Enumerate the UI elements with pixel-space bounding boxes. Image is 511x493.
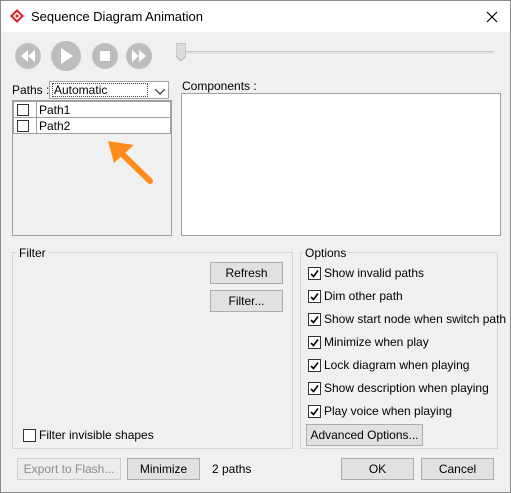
components-label: Components : — [182, 79, 257, 93]
advanced-options-button[interactable]: Advanced Options... — [306, 424, 423, 446]
paths-mode-value: Automatic — [52, 83, 148, 97]
checkbox-box[interactable] — [308, 266, 321, 280]
option-show-invalid-paths[interactable]: Show invalid paths — [308, 265, 424, 281]
options-group — [300, 252, 498, 449]
row-divider — [36, 118, 37, 133]
option-lock-diagram[interactable]: Lock diagram when playing — [308, 357, 469, 373]
option-show-description[interactable]: Show description when playing — [308, 380, 489, 396]
checkmark-icon — [310, 361, 319, 370]
checkbox-box[interactable] — [23, 428, 36, 442]
checkmark-icon — [310, 292, 319, 301]
cancel-label: Cancel — [438, 462, 477, 476]
dialog-window: Sequence Diagram Animation Paths: Autom… — [0, 0, 511, 493]
checkmark-icon — [310, 384, 319, 393]
path-row[interactable]: Path1 — [13, 101, 171, 118]
filter-invisible-shapes-label: Filter invisible shapes — [39, 428, 154, 442]
checkbox-box[interactable] — [308, 312, 321, 326]
play-icon — [61, 48, 73, 64]
filter-invisible-shapes-checkbox[interactable]: Filter invisible shapes — [23, 427, 154, 443]
diamond-app-icon — [10, 9, 24, 23]
play-button[interactable] — [51, 41, 81, 71]
checkbox-box[interactable] — [308, 358, 321, 372]
minimize-button[interactable]: Minimize — [127, 458, 200, 480]
filter-group-title: Filter — [17, 246, 48, 260]
path-checkbox[interactable] — [17, 120, 29, 132]
title-bar[interactable]: Sequence Diagram Animation — [1, 1, 510, 32]
close-button[interactable] — [474, 1, 510, 32]
option-label: Play voice when playing — [324, 404, 453, 418]
path-name: Path1 — [39, 103, 71, 117]
option-label: Show invalid paths — [324, 266, 425, 280]
path-count-status: 2 paths — [212, 462, 252, 476]
row-divider — [36, 102, 37, 117]
path-row[interactable]: Path2 — [13, 117, 171, 134]
option-label: Show description when playing — [324, 381, 489, 395]
option-label: Minimize when play — [324, 335, 429, 349]
checkmark-icon — [310, 315, 319, 324]
stop-button[interactable] — [92, 43, 118, 69]
checkbox-box[interactable] — [308, 335, 321, 349]
options-group-title: Options — [303, 246, 349, 260]
checkmark-icon — [310, 338, 319, 347]
window-title: Sequence Diagram Animation — [31, 9, 203, 24]
refresh-button-label: Refresh — [225, 266, 268, 280]
checkbox-box[interactable] — [308, 404, 321, 418]
fast-forward-icon — [132, 50, 146, 62]
close-icon — [486, 11, 498, 22]
option-dim-other-path[interactable]: Dim other path — [308, 288, 403, 304]
rewind-button[interactable] — [15, 43, 41, 69]
option-show-start-node[interactable]: Show start node when switch path — [308, 311, 506, 327]
option-minimize-when-play[interactable]: Minimize when play — [308, 334, 429, 350]
option-play-voice[interactable]: Play voice when playing — [308, 403, 452, 419]
paths-list: Path1 Path2 — [12, 100, 172, 236]
playback-slider-track[interactable] — [177, 51, 494, 54]
stop-icon — [100, 51, 110, 61]
refresh-button[interactable]: Refresh — [210, 262, 283, 284]
minimize-label: Minimize — [139, 462, 188, 476]
cancel-button[interactable]: Cancel — [421, 458, 494, 480]
fast-forward-button[interactable] — [126, 43, 152, 69]
export-to-flash-label: Export to Flash... — [23, 462, 115, 476]
ok-button[interactable]: OK — [341, 458, 414, 480]
rewind-icon — [21, 50, 35, 62]
advanced-options-label: Advanced Options... — [310, 428, 419, 442]
components-list[interactable] — [181, 93, 501, 236]
ok-label: OK — [368, 462, 387, 476]
option-label: Dim other path — [324, 289, 403, 303]
playback-slider-thumb[interactable] — [176, 43, 186, 61]
checkbox-box[interactable] — [308, 289, 321, 303]
export-to-flash-button[interactable]: Export to Flash... — [17, 458, 121, 480]
arrow-pointer-icon — [108, 141, 153, 184]
paths-mode-select[interactable]: Automatic — [49, 81, 169, 99]
checkmark-icon — [310, 269, 319, 278]
path-name: Path2 — [39, 119, 71, 133]
option-label: Lock diagram when playing — [324, 358, 470, 372]
paths-label: Paths : — [12, 83, 50, 97]
chevron-down-icon — [154, 88, 166, 95]
filter-button[interactable]: Filter... — [210, 290, 283, 312]
filter-button-label: Filter... — [228, 294, 265, 308]
checkbox-box[interactable] — [308, 381, 321, 395]
path-checkbox[interactable] — [17, 104, 29, 116]
checkmark-icon — [310, 407, 319, 416]
option-label: Show start node when switch path — [324, 312, 507, 326]
